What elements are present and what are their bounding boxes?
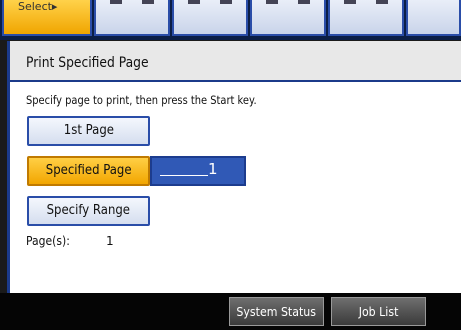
panel-header: Print Specified Page — [10, 41, 461, 82]
print-specified-page-panel: Print Specified Page Specify page to pri… — [7, 41, 461, 293]
system-status-label: System Status — [236, 304, 317, 319]
specify-range-button[interactable]: Specify Range — [27, 196, 150, 226]
tab-partial-4[interactable] — [328, 0, 404, 36]
specified-page-button[interactable]: Specified Page — [27, 156, 150, 186]
top-tab-strip: Select▸ — [0, 0, 461, 40]
page-number-underline — [160, 175, 208, 176]
tab-partial-2[interactable] — [172, 0, 248, 36]
job-list-label: Job List — [358, 304, 399, 319]
first-page-button[interactable]: 1st Page — [27, 116, 150, 146]
pages-label: Page(s): — [26, 234, 70, 248]
tab-select-label: Select▸ — [18, 0, 58, 13]
page-number-field[interactable]: 1 — [150, 156, 246, 186]
job-list-button[interactable]: Job List — [331, 297, 426, 326]
page-title: Print Specified Page — [26, 55, 149, 71]
specify-range-label: Specify Range — [46, 203, 131, 218]
tab-select[interactable]: Select▸ — [2, 0, 92, 36]
pages-value: 1 — [106, 234, 114, 248]
first-page-label: 1st Page — [63, 123, 114, 138]
specified-page-label: Specified Page — [45, 163, 132, 178]
tab-partial-5[interactable] — [406, 0, 461, 36]
instruction-text: Specify page to print, then press the St… — [26, 93, 257, 107]
tab-partial-1[interactable] — [94, 0, 170, 36]
tab-partial-3[interactable] — [250, 0, 326, 36]
system-status-button[interactable]: System Status — [229, 297, 324, 326]
bottom-status-bar: System Status Job List — [0, 293, 461, 330]
page-number-value: 1 — [208, 160, 218, 178]
